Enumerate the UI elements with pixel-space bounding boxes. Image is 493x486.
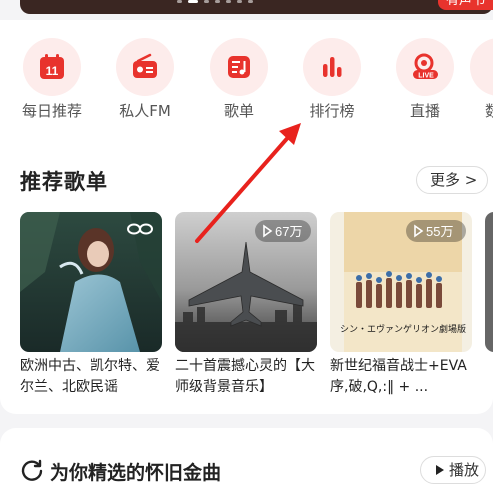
nav-daily-recommend[interactable]: 11 每日推荐 [12, 38, 92, 121]
playlist-card[interactable]: 欧洲中古、凯尔特、爱尔兰、北欧民谣 [20, 212, 162, 398]
play-count: 55万 [426, 224, 453, 239]
playlist-card[interactable]: 67万 二十首震撼心灵的【大师级背景音乐】 [175, 212, 317, 398]
section-title-nostalgia: 为你精选的怀旧金曲 [50, 462, 222, 484]
nav-label: 数 [485, 102, 493, 120]
banner-indicator [177, 0, 253, 3]
nav-label: 歌单 [223, 102, 254, 120]
play-count-badge: 55万 [406, 220, 466, 242]
chevron-right-icon: > [464, 171, 478, 189]
playlist-cover: 67万 [175, 212, 317, 352]
live-icon: LIVE [413, 53, 438, 80]
refresh-icon[interactable] [20, 458, 44, 482]
nav-live[interactable]: LIVE 直播 [385, 38, 465, 121]
playlist-cover: シン・エヴァンゲリオン劇場版 55万 [330, 212, 472, 352]
nav-more[interactable]: 数 [470, 38, 493, 121]
play-count: 67万 [275, 224, 302, 239]
cover-eva-poster: シン・エヴァンゲリオン劇場版 55万 [330, 212, 472, 352]
calendar-day: 11 [46, 64, 59, 78]
nav-label: 私人FM [119, 102, 171, 120]
radio-icon [133, 53, 157, 78]
play-all-button[interactable]: 播放 [420, 456, 486, 484]
nav-playlists[interactable]: 歌单 [199, 38, 279, 121]
more-button[interactable]: 更多 > [416, 166, 488, 194]
playlist-title: 二十首震撼心灵的【大师级背景音乐】 [175, 358, 315, 395]
playlist-cover [20, 212, 162, 352]
cover-title-text: シン・エヴァンゲリオン劇場版 [340, 323, 466, 335]
playlist-card[interactable]: シン・エヴァンゲリオン劇場版 55万 新世纪福音战士+EVA序,破,Q,:‖ +… [330, 212, 472, 398]
play-icon [436, 465, 444, 475]
play-label: 播放 [449, 461, 480, 479]
play-count-badge: 67万 [255, 220, 311, 242]
calendar-icon: 11 [40, 54, 64, 79]
cover-fantasy-woman [20, 212, 162, 352]
app-screen: 有声书 11 每日推荐 私人FM 歌单 排行榜 LIVE 直播 数 推荐歌单 更… [0, 0, 493, 486]
more-label: 更多 [430, 171, 461, 189]
nav-label: 排行榜 [309, 102, 355, 120]
cover-fighter-jet: 67万 [175, 212, 317, 352]
nav-label: 每日推荐 [21, 102, 82, 120]
nav-charts[interactable]: 排行榜 [292, 38, 372, 121]
chart-bars-icon [323, 57, 342, 77]
banner-tag: 有声书 [437, 0, 493, 10]
banner-carousel[interactable]: 有声书 [20, 0, 493, 14]
playlist-card-partial[interactable] [485, 212, 493, 352]
live-badge: LIVE [418, 73, 434, 80]
playlist-icon [228, 56, 250, 78]
quick-nav: 11 每日推荐 私人FM 歌单 排行榜 LIVE 直播 数 [0, 38, 493, 122]
playlist-title: 欧洲中古、凯尔特、爱尔兰、北欧民谣 [20, 358, 160, 395]
playlist-title: 新世纪福音战士+EVA序,破,Q,:‖ + ... [330, 358, 467, 395]
section-title-recommended: 推荐歌单 [20, 170, 108, 194]
nav-private-fm[interactable]: 私人FM [105, 38, 185, 121]
nav-label: 直播 [409, 102, 440, 120]
